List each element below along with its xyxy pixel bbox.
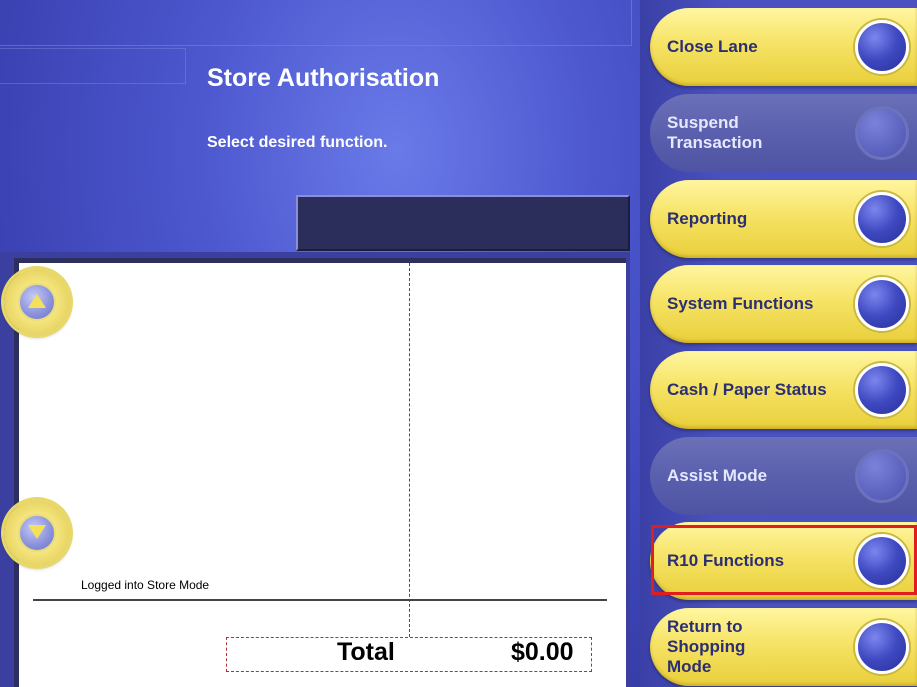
scroll-up-button[interactable]	[4, 269, 70, 335]
left-strip	[0, 48, 186, 84]
total-label: Total	[337, 638, 395, 666]
return-to-shopping-mode-button[interactable]: Return to Shopping Mode	[650, 608, 917, 686]
receipt-area	[14, 258, 626, 687]
top-strip	[0, 0, 632, 46]
round-button-icon	[855, 20, 909, 74]
r10-functions-label: R10 Functions	[667, 551, 785, 570]
triangle-down-icon	[28, 525, 46, 539]
suspend-transaction-label: Suspend Transaction	[667, 113, 763, 152]
close-lane-label: Close Lane	[667, 37, 758, 56]
receipt-column-divider	[409, 263, 410, 637]
triangle-up-icon	[28, 294, 46, 308]
receipt-separator	[33, 599, 607, 601]
input-display-box	[296, 195, 630, 251]
round-button-icon	[855, 620, 909, 674]
scroll-down-button[interactable]	[4, 500, 70, 566]
round-button-icon	[855, 192, 909, 246]
assist-mode-label: Assist Mode	[667, 466, 768, 485]
round-button-icon	[855, 363, 909, 417]
instruction-text: Select desired function.	[207, 134, 388, 151]
round-button-icon	[855, 277, 909, 331]
r10-functions-button[interactable]: R10 Functions	[650, 522, 917, 600]
reporting-button[interactable]: Reporting	[650, 180, 917, 258]
suspend-transaction-button[interactable]: Suspend Transaction	[650, 94, 917, 172]
cash-paper-status-button[interactable]: Cash / Paper Status	[650, 351, 917, 429]
round-button-icon	[855, 534, 909, 588]
return-to-shopping-mode-label: Return to Shopping Mode	[667, 617, 746, 676]
reporting-label: Reporting	[667, 209, 748, 228]
round-button-icon	[855, 106, 909, 160]
system-functions-button[interactable]: System Functions	[650, 265, 917, 343]
page-title: Store Authorisation	[207, 64, 440, 92]
cash-paper-status-label: Cash / Paper Status	[667, 380, 827, 399]
receipt-status-line: Logged into Store Mode	[81, 578, 210, 592]
system-functions-label: System Functions	[667, 294, 814, 313]
round-button-icon	[855, 449, 909, 503]
assist-mode-button[interactable]: Assist Mode	[650, 437, 917, 515]
total-value: $0.00	[511, 638, 574, 666]
close-lane-button[interactable]: Close Lane	[650, 8, 917, 86]
